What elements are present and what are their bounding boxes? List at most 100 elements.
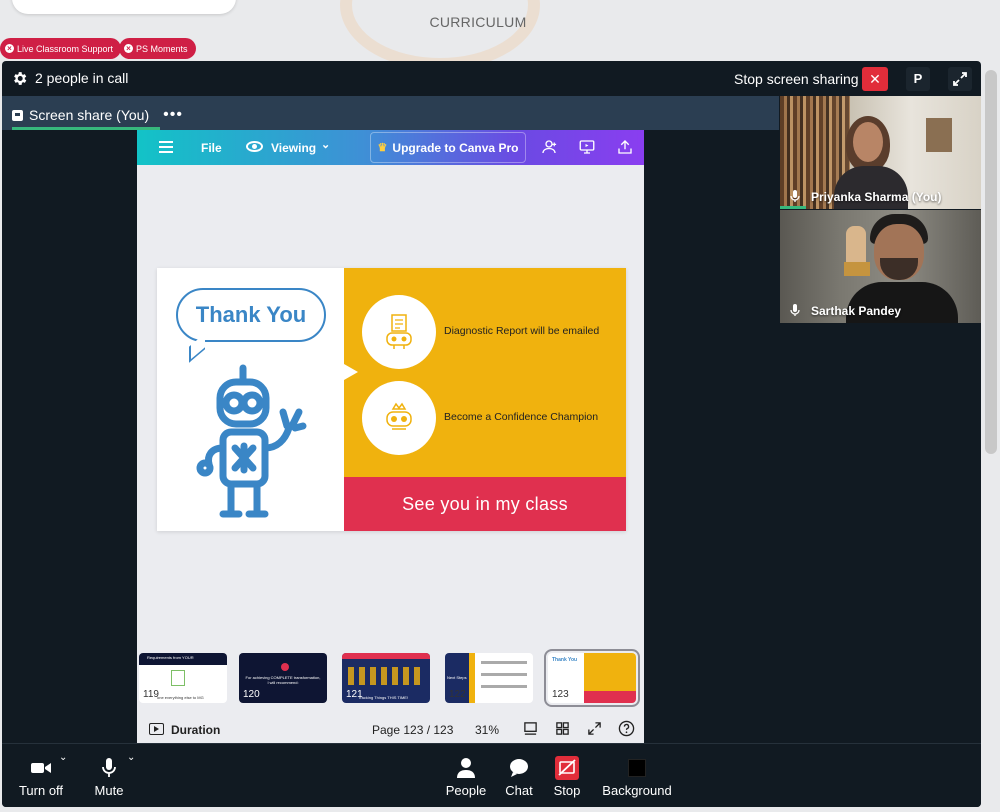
live-classroom-support-pill[interactable]: × Live Classroom Support <box>0 38 122 59</box>
thumb-caption: Next Steps <box>447 675 467 680</box>
thank-you-bubble: Thank You <box>176 288 326 342</box>
close-icon[interactable]: × <box>5 44 14 53</box>
thumbnail-number: 123 <box>552 689 569 700</box>
call-controls: Turn off ⌄ Mute ⌄ People Chat Stop Backg… <box>2 743 981 807</box>
duration-button[interactable]: Duration <box>171 723 220 737</box>
thumbnails-icon[interactable] <box>555 721 570 736</box>
participant-face <box>853 122 883 162</box>
microphone-icon <box>102 758 116 777</box>
pill-label: PS Moments <box>136 43 188 54</box>
thumbnail-page-120[interactable]: For achieving COMPLETE transformation, I… <box>239 653 327 703</box>
ps-moments-pill[interactable]: × PS Moments <box>119 38 196 59</box>
fullscreen-icon[interactable] <box>587 721 602 736</box>
person-icon <box>457 758 475 778</box>
play-icon[interactable] <box>149 723 164 735</box>
slide-bullet-2: Become a Confidence Champion <box>444 411 599 423</box>
page-indicator: Page 123 / 123 <box>372 723 454 737</box>
microphone-icon[interactable] <box>788 303 802 317</box>
thumbnail-page-121[interactable]: Tracking Things THIS TIME! 121 <box>342 653 430 703</box>
upgrade-button[interactable]: ♛ Upgrade to Canva Pro <box>370 132 526 163</box>
chat-label: Chat <box>505 783 533 798</box>
robot-report-icon <box>386 314 412 349</box>
robot-illustration <box>196 364 307 518</box>
zoom-level[interactable]: 31% <box>475 723 499 737</box>
thumb-line <box>481 673 527 676</box>
more-options-button[interactable]: ••• <box>163 106 183 124</box>
eye-icon <box>246 141 263 152</box>
top-card <box>12 0 236 14</box>
slide-bullet-1: Diagnostic Report will be emailed <box>444 325 600 337</box>
thumbnail-number: 119 <box>143 689 159 700</box>
participant-name: Sarthak Pandey <box>811 304 902 318</box>
bullet-icon-circle <box>362 295 436 369</box>
participant-tile[interactable]: Sarthak Pandey <box>780 210 981 323</box>
screen-share-bar: Screen share (You) ••• <box>2 96 779 130</box>
people-label: People <box>445 783 487 798</box>
page-scrollbar[interactable] <box>985 70 997 454</box>
thumb-caption: For achieving COMPLETE transformation, I… <box>245 675 321 685</box>
close-icon[interactable]: × <box>124 44 133 53</box>
thumb-caption: Thank You <box>552 657 578 663</box>
thumbnail-number: 120 <box>243 689 260 700</box>
thumbnail-page-123[interactable]: Thank You 123 <box>544 649 640 707</box>
stop-screen-sharing-label[interactable]: Stop screen sharing <box>734 71 859 87</box>
chevron-down-icon[interactable]: ⌄ <box>127 752 135 763</box>
robot-crown-icon <box>386 402 412 430</box>
thumbnail-page-119[interactable]: Requirements from YOUR one everything el… <box>139 653 227 703</box>
mute-button[interactable]: Mute <box>88 756 130 798</box>
thumb-line <box>481 685 527 688</box>
bullet-icon-circle <box>362 381 436 455</box>
camera-label: Turn off <box>18 783 64 798</box>
upload-icon[interactable] <box>616 138 634 156</box>
thumb-stripe <box>469 653 475 703</box>
background-label: Background <box>602 783 672 798</box>
slide-band: See you in my class <box>344 477 626 531</box>
thumb-doc-icon <box>171 670 185 686</box>
participant-tile[interactable]: Priyanka Sharma (You) <box>780 96 981 209</box>
stop-sharing-button[interactable]: ✕ <box>862 67 888 91</box>
page-thumbnails: Requirements from YOUR one everything el… <box>137 649 644 707</box>
gear-icon[interactable] <box>11 70 28 87</box>
expand-icon <box>953 72 967 86</box>
thumbnail-page-122[interactable]: Next Steps 122 <box>445 653 533 703</box>
grid-view-icon[interactable] <box>523 721 538 736</box>
people-in-call-label: 2 people in call <box>35 70 129 86</box>
help-icon[interactable] <box>618 720 635 737</box>
thumb-caption: Tracking Things THIS TIME! <box>358 695 409 700</box>
thumb-caption-2: one everything else to MG <box>157 695 204 700</box>
screen-share-icon <box>12 109 23 121</box>
share-people-icon[interactable] <box>540 138 558 156</box>
speaking-indicator <box>780 206 806 209</box>
file-menu[interactable]: File <box>201 141 222 155</box>
thumbnail-number: 122 <box>449 689 466 700</box>
toy-object <box>844 262 870 276</box>
fullscreen-button[interactable] <box>948 67 972 91</box>
participant-name: Priyanka Sharma (You) <box>811 190 942 204</box>
upgrade-label: Upgrade to Canva Pro <box>392 140 519 155</box>
thumb-badge <box>281 663 289 671</box>
background-button[interactable]: Background <box>599 756 675 798</box>
avatar[interactable]: P <box>906 67 930 91</box>
thumb-yellow <box>584 653 636 691</box>
microphone-icon[interactable] <box>788 189 802 203</box>
slide-pointer <box>344 364 358 380</box>
call-top-bar: 2 people in call Stop screen sharing ✕ P <box>2 61 981 96</box>
background-icon <box>628 759 646 777</box>
chat-button[interactable]: Chat <box>501 756 537 798</box>
stop-share-button[interactable]: Stop <box>549 756 585 798</box>
people-button[interactable]: People <box>444 756 488 798</box>
tab-screen-share[interactable]: Screen share (You) ••• <box>12 103 183 127</box>
menu-icon[interactable] <box>159 141 173 153</box>
canva-footer: Duration Page 123 / 123 31% <box>137 714 644 744</box>
present-icon[interactable] <box>578 138 596 156</box>
chevron-down-icon[interactable]: ⌄ <box>59 752 67 763</box>
thumb-line <box>481 661 527 664</box>
slide-canvas[interactable]: Diagnostic Report will be emailed Become… <box>157 268 626 531</box>
chat-icon <box>510 759 528 777</box>
video-camera-icon <box>31 763 51 773</box>
crown-icon: ♛ <box>377 142 388 154</box>
page-heading: CURRICULUM <box>429 14 527 30</box>
chevron-down-icon[interactable]: ⌄ <box>321 138 330 151</box>
viewing-dropdown[interactable]: Viewing <box>271 141 316 155</box>
wall-art <box>926 118 952 152</box>
